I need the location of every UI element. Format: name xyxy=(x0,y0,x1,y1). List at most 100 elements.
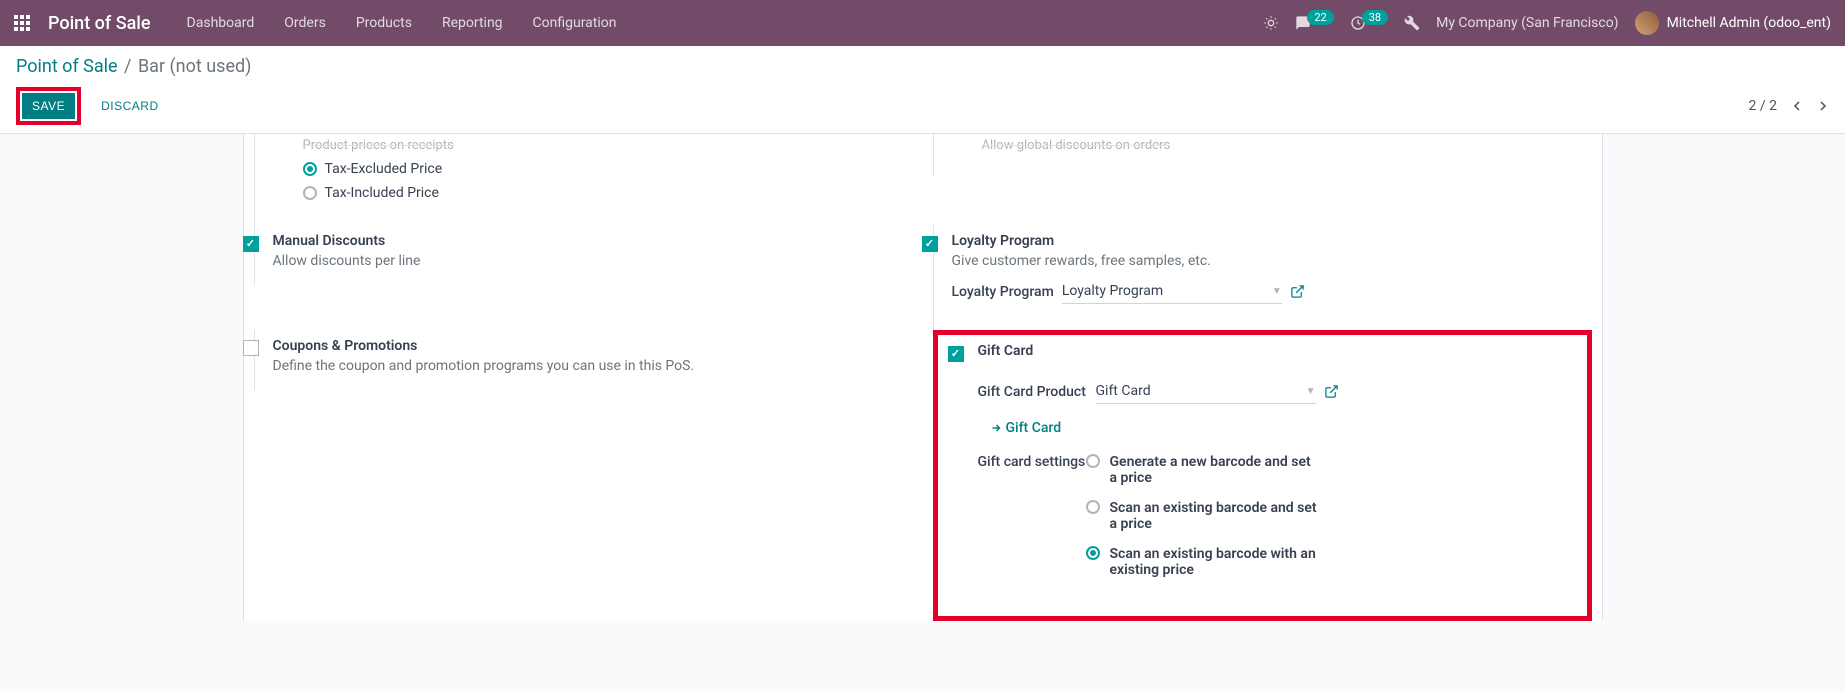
manual-discounts-title: Manual Discounts xyxy=(273,233,913,249)
loyalty-select[interactable]: Loyalty Program ▼ xyxy=(1062,279,1282,304)
radio-circle-icon xyxy=(303,186,317,200)
form-sheet: Product prices on receipts Tax-Excluded … xyxy=(243,134,1603,621)
pager: 2 / 2 xyxy=(1749,98,1829,114)
gift-card-product-row: Gift Card Product Gift Card ▼ xyxy=(978,379,1587,404)
radio-label: Tax-Excluded Price xyxy=(325,161,443,177)
tax-price-setting: Product prices on receipts Tax-Excluded … xyxy=(254,134,913,225)
user-menu[interactable]: Mitchell Admin (odoo_ent) xyxy=(1635,11,1831,35)
breadcrumb-current: Bar (not used) xyxy=(138,56,251,77)
nav-dashboard[interactable]: Dashboard xyxy=(187,15,255,31)
activities-badge: 38 xyxy=(1362,10,1388,25)
radio-tax-excluded[interactable]: Tax-Excluded Price xyxy=(303,161,913,177)
loyalty-select-value: Loyalty Program xyxy=(1062,283,1163,299)
col-left-3: Coupons & Promotions Define the coupon a… xyxy=(244,330,923,621)
radio-circle-icon xyxy=(1086,454,1100,468)
radio-circle-icon xyxy=(303,162,317,176)
breadcrumb-root[interactable]: Point of Sale xyxy=(16,56,118,77)
spacer xyxy=(273,134,303,209)
loyalty-checkbox[interactable] xyxy=(922,236,938,252)
nav-menu: Dashboard Orders Products Reporting Conf… xyxy=(187,15,617,31)
cutoff-right-text: Allow global discounts on orders xyxy=(982,134,1592,161)
col-left-1: Product prices on receipts Tax-Excluded … xyxy=(244,134,923,225)
messages-badge: 22 xyxy=(1307,10,1333,25)
gift-card-product-label: Gift Card Product xyxy=(978,384,1088,400)
check-col xyxy=(243,338,273,374)
radio-circle-icon xyxy=(1086,500,1100,514)
cutoff-left-text: Product prices on receipts xyxy=(303,134,913,161)
gift-card-link[interactable]: Gift Card xyxy=(990,420,1062,436)
messages-icon[interactable]: 22 xyxy=(1295,15,1333,31)
radio-tax-included[interactable]: Tax-Included Price xyxy=(303,185,913,201)
global-discount-cutoff: Allow global discounts on orders xyxy=(933,134,1592,177)
col-right-2: Loyalty Program Give customer rewards, f… xyxy=(923,225,1602,330)
gift-card-radio-group: Generate a new barcode and set a price S… xyxy=(1086,454,1587,592)
breadcrumb-separator: / xyxy=(124,56,131,77)
avatar xyxy=(1635,11,1659,35)
manual-discounts-desc: Allow discounts per line xyxy=(273,253,913,269)
save-button[interactable]: SAVE xyxy=(22,93,75,119)
radio-label: Tax-Included Price xyxy=(325,185,439,201)
app-title[interactable]: Point of Sale xyxy=(48,13,151,34)
caret-down-icon: ▼ xyxy=(1306,386,1316,397)
coupons-setting: Coupons & Promotions Define the coupon a… xyxy=(254,330,913,390)
control-panel: Point of Sale / Bar (not used) SAVE DISC… xyxy=(0,46,1845,134)
gc-option-2[interactable]: Scan an existing barcode and set a price xyxy=(1086,500,1587,532)
gift-card-setting: Gift Card Gift Card Product Gift Card ▼ xyxy=(938,335,1587,616)
gc-option-3-text: Scan an existing barcode with an existin… xyxy=(1110,546,1320,578)
user-name: Mitchell Admin (odoo_ent) xyxy=(1667,15,1831,31)
col-right-3: Gift Card Gift Card Product Gift Card ▼ xyxy=(923,330,1602,621)
gift-card-product-select[interactable]: Gift Card ▼ xyxy=(1096,379,1316,404)
gc-option-1[interactable]: Generate a new barcode and set a price xyxy=(1086,454,1587,486)
gift-card-settings-row: Gift card settings Generate a new barcod… xyxy=(978,454,1587,592)
apps-icon[interactable] xyxy=(14,15,30,31)
cutoff-body: Allow global discounts on orders xyxy=(982,134,1592,161)
external-link-icon[interactable] xyxy=(1324,384,1339,399)
nav-orders[interactable]: Orders xyxy=(284,15,326,31)
gc-option-1-text: Generate a new barcode and set a price xyxy=(1110,454,1320,486)
gift-card-highlight: Gift Card Gift Card Product Gift Card ▼ xyxy=(933,330,1592,621)
actions-left: SAVE DISCARD xyxy=(16,87,169,125)
caret-down-icon: ▼ xyxy=(1272,286,1282,297)
check-col xyxy=(243,233,273,269)
tax-radio-group: Tax-Excluded Price Tax-Included Price xyxy=(303,161,913,201)
manual-discounts-body: Manual Discounts Allow discounts per lin… xyxy=(273,233,913,269)
activities-icon[interactable]: 38 xyxy=(1350,15,1388,31)
external-link-icon[interactable] xyxy=(1290,284,1305,299)
gift-card-product-value: Gift Card xyxy=(1096,383,1151,399)
gift-card-link-text: Gift Card xyxy=(1006,420,1062,436)
save-highlight: SAVE xyxy=(16,87,81,125)
col-left-2: Manual Discounts Allow discounts per lin… xyxy=(244,225,923,330)
discard-button[interactable]: DISCARD xyxy=(91,93,169,119)
gc-option-3[interactable]: Scan an existing barcode with an existin… xyxy=(1086,546,1587,578)
tools-icon[interactable] xyxy=(1404,15,1420,31)
nav-configuration[interactable]: Configuration xyxy=(533,15,617,31)
pager-next-icon[interactable] xyxy=(1817,100,1829,112)
gc-option-2-text: Scan an existing barcode and set a price xyxy=(1110,500,1320,532)
spacer xyxy=(952,134,982,161)
nav-products[interactable]: Products xyxy=(356,15,412,31)
top-navbar: Point of Sale Dashboard Orders Products … xyxy=(0,0,1845,46)
loyalty-field-label: Loyalty Program xyxy=(952,284,1054,300)
gift-card-body: Gift Card Gift Card Product Gift Card ▼ xyxy=(978,343,1587,600)
radio-circle-icon xyxy=(1086,546,1100,560)
gift-card-checkbox[interactable] xyxy=(948,346,964,362)
gift-card-settings-label: Gift card settings xyxy=(978,454,1086,470)
manual-discounts-checkbox[interactable] xyxy=(243,236,259,252)
form-content: Product prices on receipts Tax-Excluded … xyxy=(244,134,1602,621)
settings-row-3: Coupons & Promotions Define the coupon a… xyxy=(244,330,1602,621)
pager-arrows xyxy=(1791,100,1829,112)
check-col xyxy=(922,233,952,314)
coupons-body: Coupons & Promotions Define the coupon a… xyxy=(273,338,913,374)
pager-text: 2 / 2 xyxy=(1749,98,1777,114)
col-right-1: Allow global discounts on orders xyxy=(923,134,1602,225)
tax-body: Product prices on receipts Tax-Excluded … xyxy=(303,134,913,209)
nav-reporting[interactable]: Reporting xyxy=(442,15,503,31)
coupons-checkbox[interactable] xyxy=(243,340,259,356)
loyalty-title: Loyalty Program xyxy=(952,233,1592,249)
company-selector[interactable]: My Company (San Francisco) xyxy=(1436,15,1618,31)
loyalty-field-row: Loyalty Program Loyalty Program ▼ xyxy=(952,279,1592,304)
actions-row: SAVE DISCARD 2 / 2 xyxy=(16,87,1829,125)
settings-row-2: Manual Discounts Allow discounts per lin… xyxy=(244,225,1602,330)
debug-icon[interactable] xyxy=(1263,15,1279,31)
pager-prev-icon[interactable] xyxy=(1791,100,1803,112)
